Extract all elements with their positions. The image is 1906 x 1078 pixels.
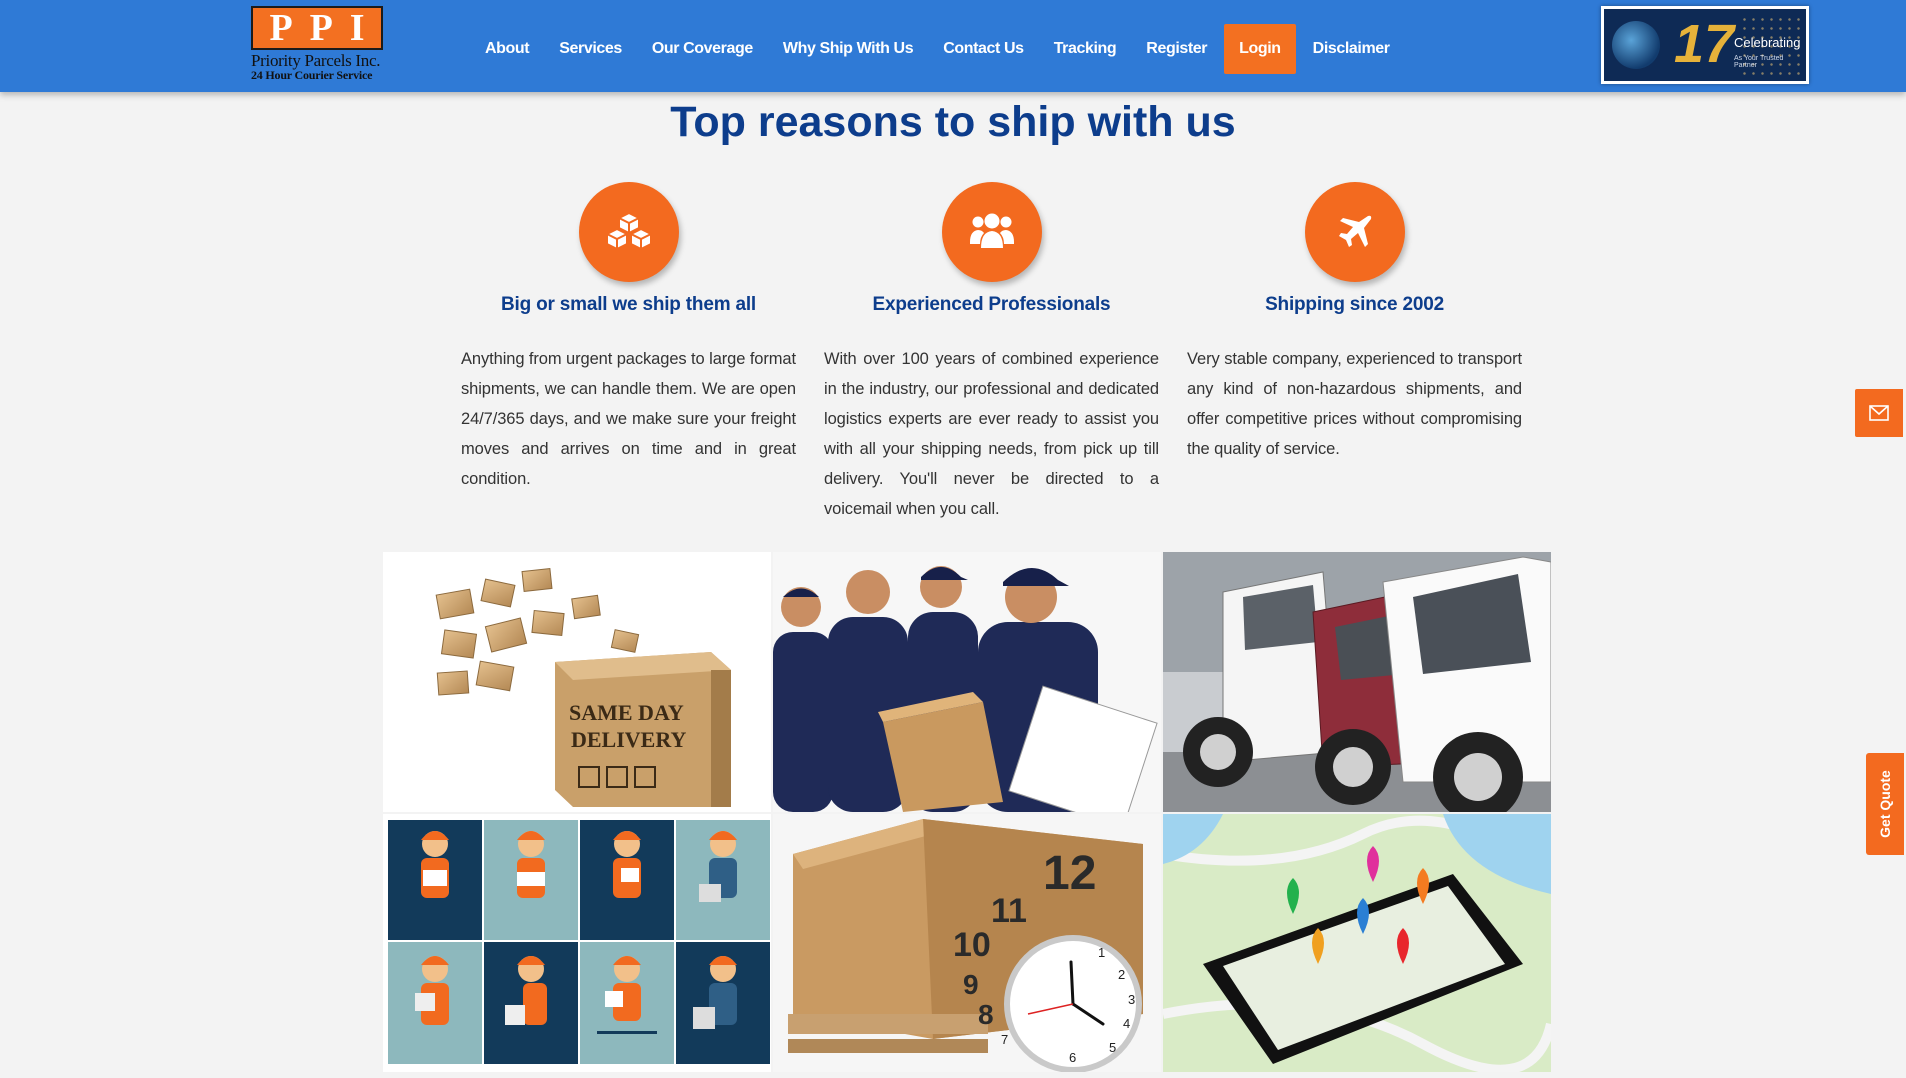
clock-number: 11 [991,892,1027,930]
nav-tracking[interactable]: Tracking [1039,24,1132,74]
clock-face-number: 7 [1001,1032,1008,1047]
clock-face-number: 1 [1098,945,1105,960]
clock-face-number: 5 [1109,1040,1116,1055]
feature-card: Shipping since 2002 Very stable company,… [1187,182,1522,464]
anniversary-badge[interactable]: 17 Celebrating As Your Trusted Partner [1601,6,1809,84]
clock-number: 9 [963,969,979,1000]
clock-face-number: 2 [1118,967,1125,982]
badge-text: Celebrating [1734,35,1801,50]
nav-contact-us[interactable]: Contact Us [928,24,1038,74]
clock-face-number: 6 [1069,1050,1076,1065]
feature-title: Experienced Professionals [872,294,1111,315]
feature-card: Big or small we ship them all Anything f… [461,182,796,494]
feature-text: With over 100 years of combined experien… [824,350,1159,518]
feature-text: Very stable company, experienced to tran… [1187,350,1522,458]
feature-text: Anything from urgent packages to large f… [461,350,796,488]
cubes-icon [578,182,679,282]
logo-letter: P [309,7,333,49]
logo-mark: P P I [251,6,383,50]
nav-why-ship-with-us[interactable]: Why Ship With Us [768,24,928,74]
tracking-map-image [1163,814,1551,1072]
ppi-logo[interactable]: P P I Priority Parcels Inc. 24 Hour Cour… [251,6,387,86]
same-day-delivery-image: SAME DAY DELIVERY [383,552,771,812]
clock-number: 8 [978,999,994,1030]
courier-team-image [773,552,1161,812]
email-contact-button[interactable] [1855,389,1903,437]
clock-face-number: 3 [1128,992,1135,1007]
delivery-trucks-image [1163,552,1551,812]
section-title: Top reasons to ship with us [670,98,1236,146]
get-quote-label: Get Quote [1877,770,1893,838]
clock-number: 10 [953,926,991,964]
get-quote-button[interactable]: Get Quote [1866,753,1904,855]
envelope-icon [1869,405,1889,421]
nav-services[interactable]: Services [544,24,637,74]
users-icon [941,182,1042,282]
nav-about[interactable]: About [470,24,544,74]
globe-icon [1612,21,1660,69]
logo-letter: P [269,7,293,49]
logo-tagline: 24 Hour Courier Service [251,68,373,82]
box-clock-image: 12 11 10 9 8 7 6 5 4 3 2 1 [773,814,1161,1072]
nav-disclaimer[interactable]: Disclaimer [1298,24,1405,74]
logo-letter: I [349,7,365,49]
feature-title: Shipping since 2002 [1265,294,1444,315]
nav-login-button[interactable]: Login [1224,24,1296,74]
box-text: DELIVERY [571,727,686,752]
plane-icon [1304,182,1405,282]
clock-face-number: 4 [1123,1016,1130,1031]
box-text: SAME DAY [569,700,684,725]
feature-title: Big or small we ship them all [501,294,756,315]
image-gallery: SAME DAY DELIVERY 12 11 10 9 8 7 6 5 4 3… [383,552,1553,1072]
clock-number: 12 [1043,847,1096,900]
logo-company-name: Priority Parcels Inc. [251,51,381,70]
main-nav: About Services Our Coverage Why Ship Wit… [470,24,1405,74]
courier-illustrations-image [383,814,771,1072]
badge-number: 17 [1674,14,1735,74]
nav-register[interactable]: Register [1131,24,1222,74]
badge-subtext: As Your Trusted Partner [1734,55,1784,69]
site-header: P P I Priority Parcels Inc. 24 Hour Cour… [0,0,1906,92]
nav-our-coverage[interactable]: Our Coverage [637,24,768,74]
feature-card: Experienced Professionals With over 100 … [824,182,1159,524]
